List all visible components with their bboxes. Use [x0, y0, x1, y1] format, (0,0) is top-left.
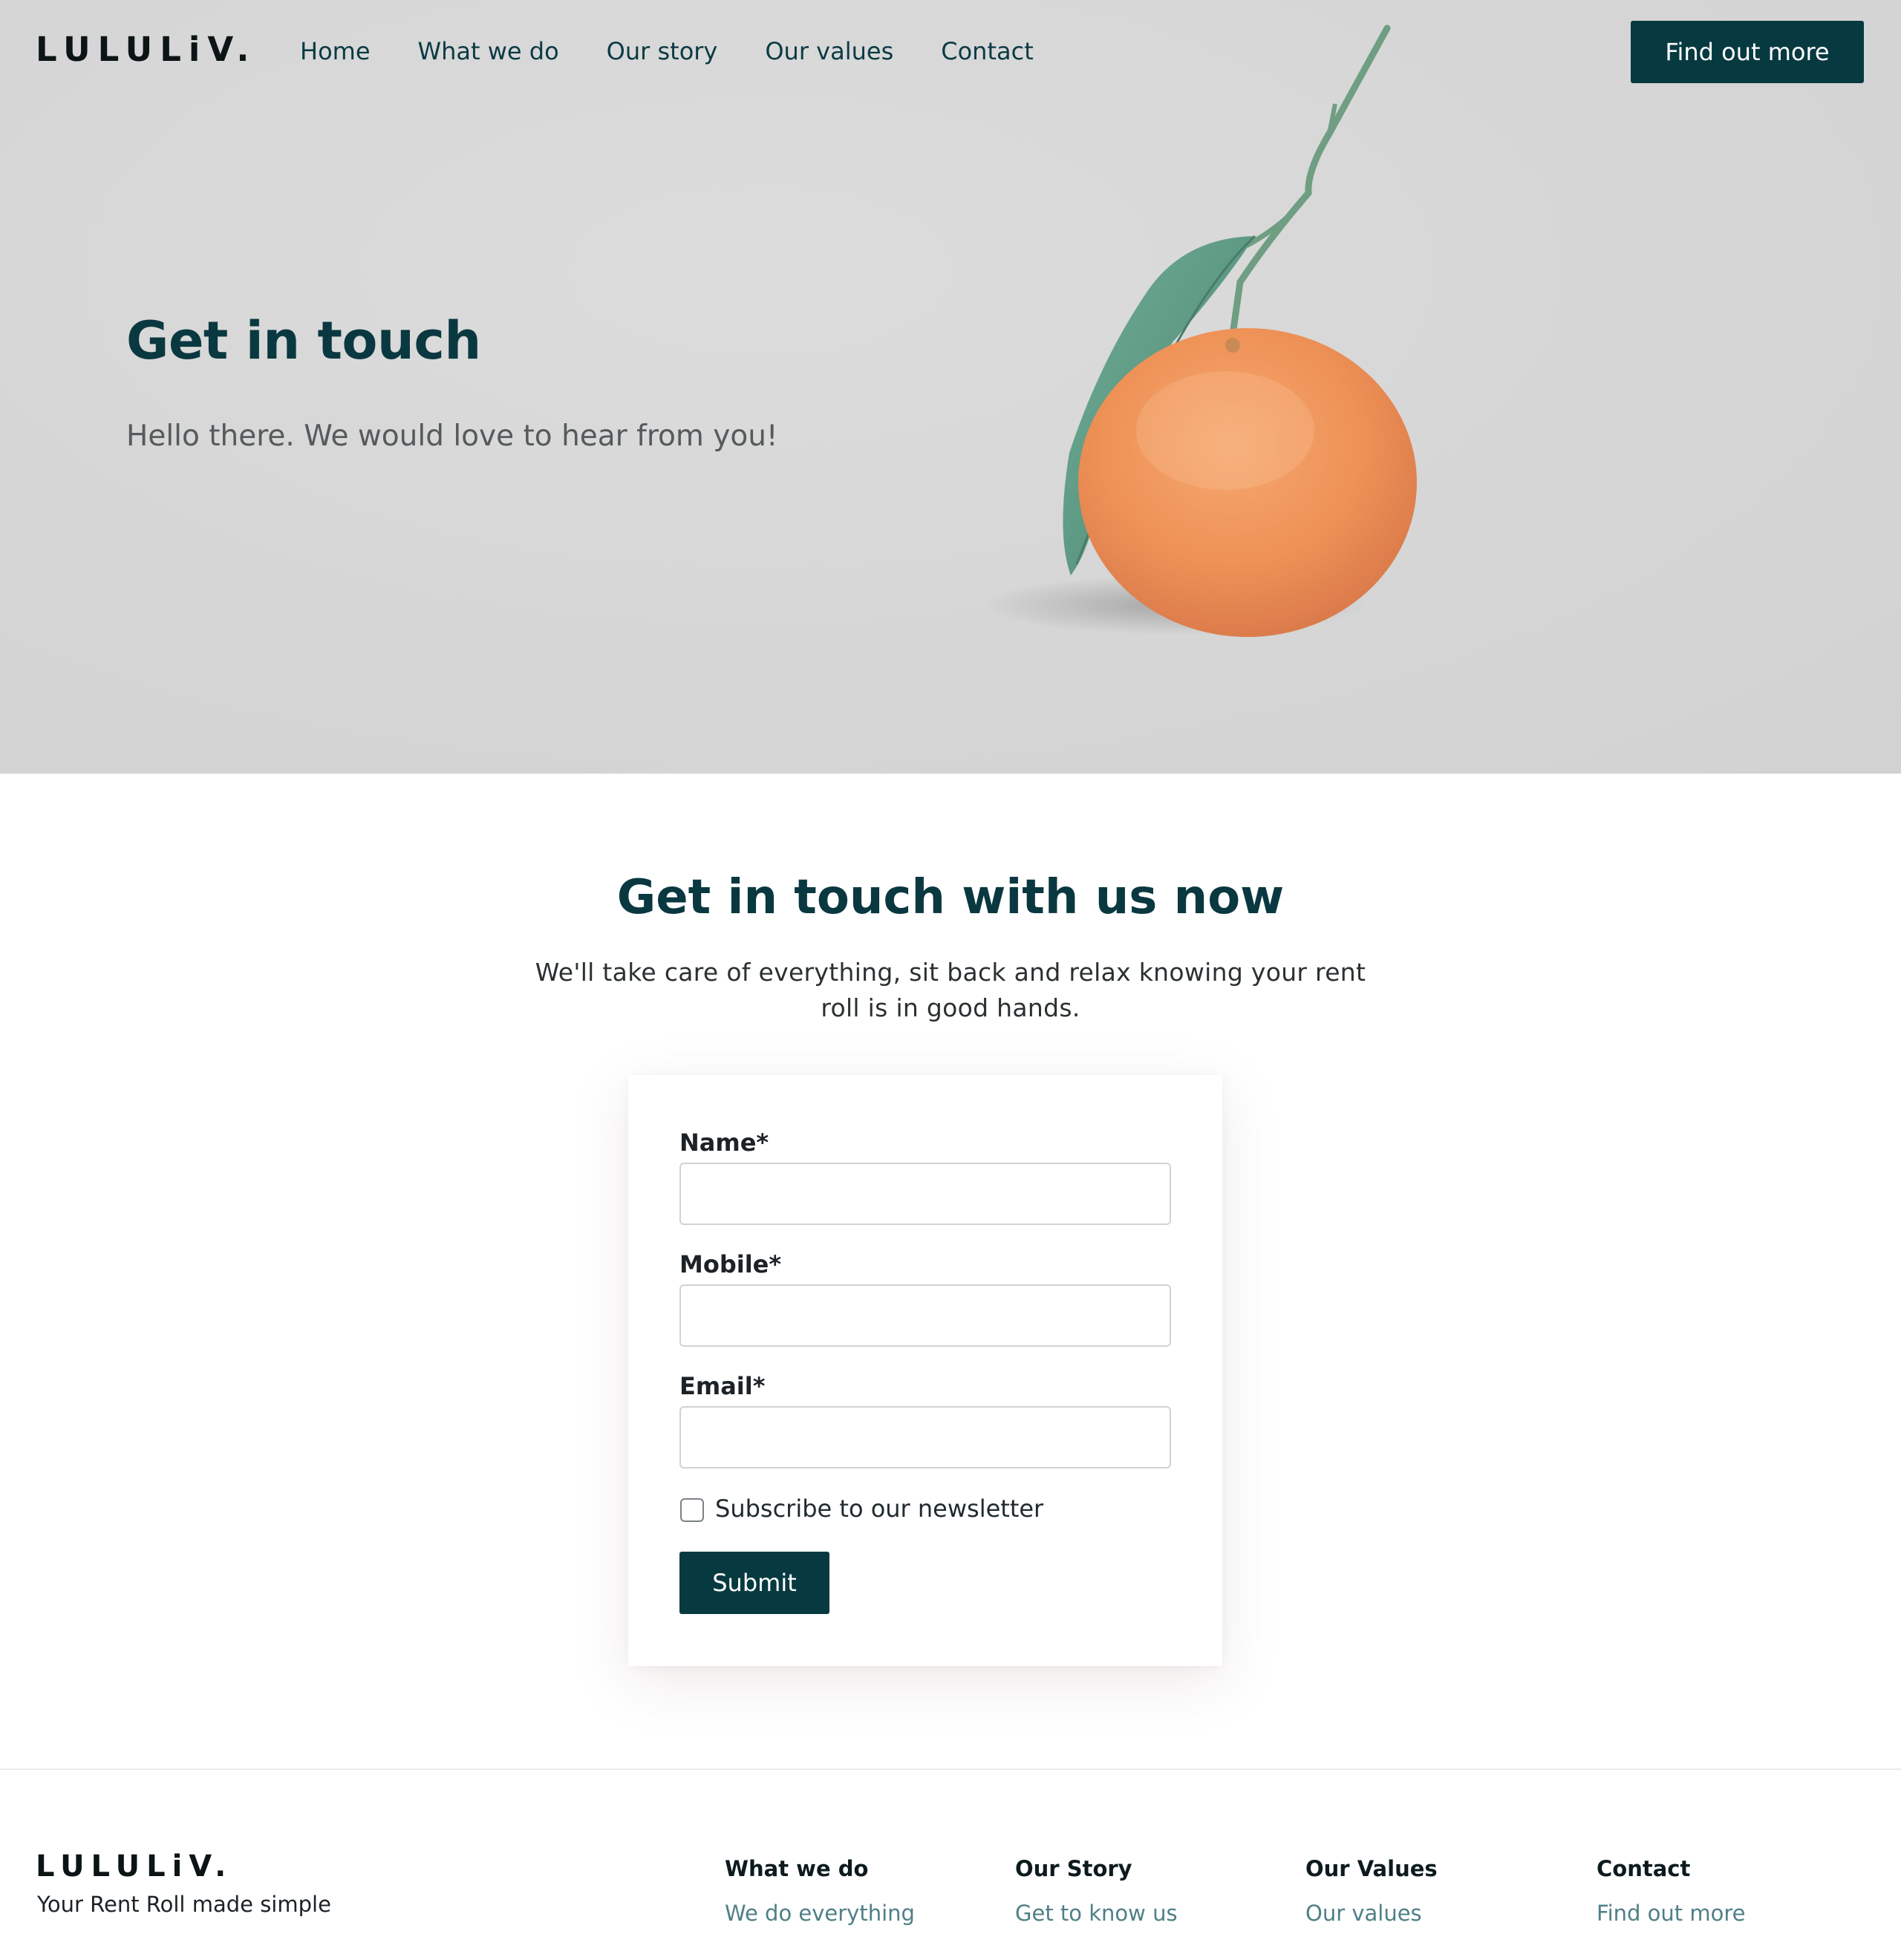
- mobile-input[interactable]: [679, 1284, 1171, 1347]
- footer-link-find-out-more[interactable]: Find out more: [1597, 1901, 1745, 1926]
- email-input[interactable]: [679, 1406, 1171, 1469]
- footer-column-our-story: Our Story Get to know us: [1015, 1856, 1178, 1951]
- nav-link-our-values[interactable]: Our values: [765, 37, 893, 65]
- footer-column-what-we-do: What we do We do everything: [725, 1856, 915, 1951]
- name-label: Name*: [679, 1128, 769, 1157]
- footer-heading-our-story: Our Story: [1015, 1856, 1132, 1881]
- newsletter-checkbox-label[interactable]: Subscribe to our newsletter: [715, 1494, 1043, 1523]
- submit-button[interactable]: Submit: [679, 1552, 829, 1614]
- footer-link-our-values[interactable]: Our values: [1305, 1901, 1438, 1926]
- footer-heading-our-values: Our Values: [1305, 1856, 1438, 1881]
- footer-link-we-do-everything[interactable]: We do everything: [725, 1901, 915, 1926]
- footer-column-contact: Contact Find out more: [1597, 1856, 1745, 1951]
- nav-link-what-we-do[interactable]: What we do: [418, 37, 559, 65]
- orange-hero-image: [980, 24, 1417, 637]
- footer-column-our-values: Our Values Our values: [1305, 1856, 1438, 1951]
- email-label: Email*: [679, 1372, 766, 1400]
- footer-divider: [0, 1768, 1901, 1770]
- find-out-more-button[interactable]: Find out more: [1631, 21, 1864, 83]
- brand-logo[interactable]: LULULiV.: [36, 30, 256, 69]
- nav-link-our-story[interactable]: Our story: [607, 37, 718, 65]
- mobile-label: Mobile*: [679, 1250, 782, 1278]
- footer-heading-contact: Contact: [1597, 1856, 1691, 1881]
- contact-section-subtitle: We'll take care of everything, sit back …: [535, 958, 1366, 1022]
- contact-section-title: Get in touch with us now: [616, 870, 1285, 925]
- nav-link-contact[interactable]: Contact: [941, 37, 1034, 65]
- footer-tagline: Your Rent Roll made simple: [37, 1892, 331, 1917]
- hero-section: LULULiV. Home What we do Our story Our v…: [0, 0, 1901, 774]
- hero-title: Get in touch: [126, 310, 481, 371]
- contact-form: Name* Mobile* Email* Subscribe to our ne…: [628, 1075, 1222, 1666]
- main-navigation: Home What we do Our story Our values Con…: [300, 33, 1081, 70]
- footer-logo[interactable]: LULULiV.: [36, 1849, 232, 1884]
- hero-subtitle: Hello there. We would love to hear from …: [126, 419, 778, 453]
- name-input[interactable]: [679, 1163, 1171, 1225]
- newsletter-checkbox[interactable]: [680, 1498, 704, 1522]
- footer-link-get-to-know-us[interactable]: Get to know us: [1015, 1901, 1178, 1926]
- nav-link-home[interactable]: Home: [300, 37, 371, 65]
- footer-heading-what-we-do: What we do: [725, 1856, 869, 1881]
